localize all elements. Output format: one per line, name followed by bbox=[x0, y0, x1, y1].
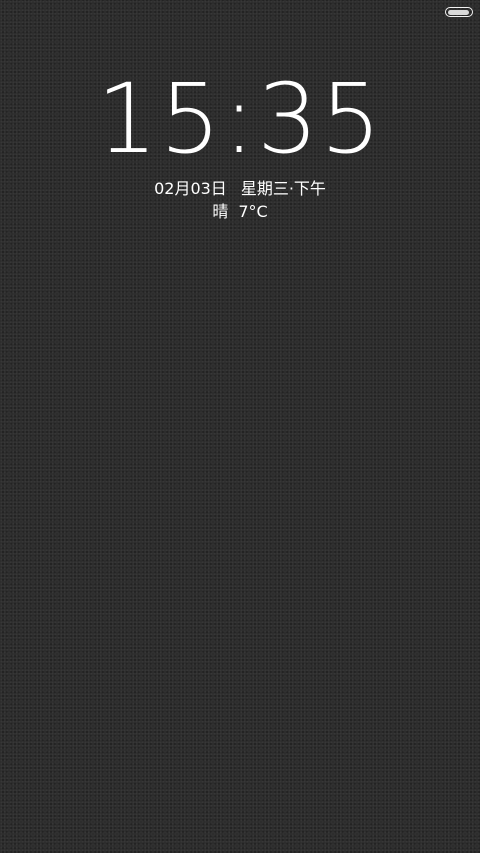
lock-screen: 15:35 02月03日 星期三·下午 晴 7°C bbox=[0, 0, 480, 853]
weather-line: 晴 7°C bbox=[0, 201, 480, 223]
clock-time: 15:35 bbox=[96, 63, 384, 175]
weather-condition: 晴 bbox=[212, 202, 229, 221]
weekday-text: 星期三·下午 bbox=[240, 179, 326, 198]
date-line: 02月03日 星期三·下午 bbox=[0, 178, 480, 200]
battery-level-fill bbox=[447, 9, 470, 15]
temperature-text: 7°C bbox=[238, 202, 268, 221]
date-text: 02月03日 bbox=[154, 179, 227, 198]
battery-icon bbox=[445, 7, 473, 17]
